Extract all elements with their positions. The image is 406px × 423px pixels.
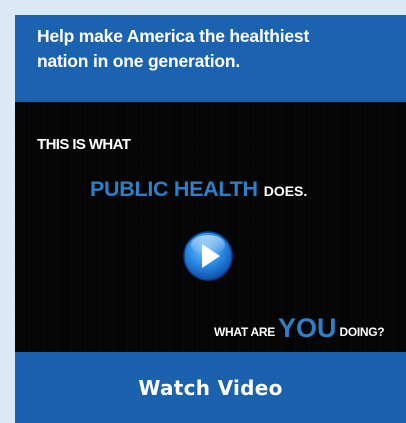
what-are-text: WHAT ARE — [214, 325, 275, 339]
header-title: Help make America the healthiest nation … — [37, 26, 310, 71]
video-line-what-are-you-doing: WHAT ARE YOU DOING? — [214, 313, 385, 343]
video-line-this-is-what: THIS IS WHAT — [37, 136, 131, 153]
does-text: DOES. — [263, 183, 308, 199]
watch-video-button[interactable]: Watch Video — [15, 352, 406, 423]
watch-video-label: Watch Video — [138, 375, 283, 400]
you-text: YOU — [277, 313, 337, 343]
play-icon[interactable] — [182, 230, 234, 282]
video-line-public-health: PUBLIC HEALTH DOES. — [90, 177, 307, 202]
public-health-video-widget: Help make America the healthiest nation … — [15, 15, 406, 423]
doing-text: DOING? — [339, 325, 385, 339]
public-health-text: PUBLIC HEALTH — [90, 177, 258, 201]
widget-header: Help make America the healthiest nation … — [15, 15, 406, 102]
video-thumbnail[interactable]: THIS IS WHAT PUBLIC HEALTH DOES. WHAT AR… — [15, 102, 406, 352]
